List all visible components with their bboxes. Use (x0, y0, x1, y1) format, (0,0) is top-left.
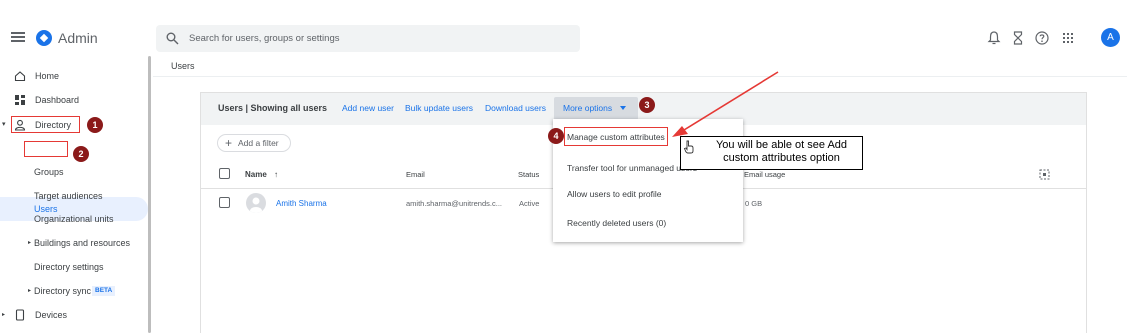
sidebar-item-label: Dashboard (35, 95, 80, 105)
sidebar-item-label: Directory sync (34, 286, 92, 296)
sidebar-item-buildings[interactable]: ▸ Buildings and resources (0, 233, 140, 253)
user-email-usage: 0 GB (745, 199, 763, 208)
top-bar: Admin A (0, 0, 1127, 52)
sort-arrow-icon: ↑ (274, 170, 279, 179)
sidebar-item-label: Buildings and resources (34, 238, 131, 248)
help-icon[interactable] (1034, 30, 1050, 46)
dashboard-icon (15, 95, 25, 105)
annotation-box-users (24, 141, 68, 157)
download-users-link[interactable]: Download users (485, 103, 546, 113)
beta-badge: BETA (92, 286, 116, 296)
sidebar-item-label: Devices (35, 310, 68, 320)
more-options-button[interactable]: More options (554, 97, 638, 120)
sidebar-item-label: Target audiences (34, 191, 103, 201)
column-header-status[interactable]: Status (518, 170, 539, 179)
dropdown-caret-icon (620, 106, 626, 110)
card-title: Users | Showing all users (218, 103, 328, 113)
column-header-label: Name (245, 170, 267, 179)
search-icon[interactable] (166, 32, 179, 45)
devices-icon (15, 309, 25, 321)
annotation-badge-1: 1 (87, 117, 103, 133)
admin-logo-icon[interactable] (35, 29, 53, 47)
sidebar-item-target-audiences[interactable]: Target audiences (0, 186, 140, 206)
search-input[interactable] (189, 25, 569, 52)
more-options-label: More options (563, 103, 613, 113)
annotation-callout: You will be able ot see Add custom attri… (680, 136, 863, 170)
sidebar-scrollbar[interactable] (148, 56, 151, 333)
expand-caret-icon: ▸ (2, 312, 6, 318)
callout-text: You will be able ot see Add custom attri… (715, 139, 848, 164)
header-divider (153, 76, 1127, 77)
avatar (246, 193, 266, 213)
column-settings-icon[interactable] (1039, 169, 1050, 180)
row-checkbox[interactable] (219, 197, 230, 208)
expand-caret-icon: ▾ (2, 121, 6, 128)
annotation-badge-2: 2 (73, 146, 89, 162)
sidebar: Home Dashboard ▾ Directory 1 Users 2 Gro… (0, 60, 150, 333)
sidebar-item-label: Home (35, 71, 60, 81)
sidebar-item-devices[interactable]: ▸ Devices (0, 305, 140, 325)
user-status: Active (519, 199, 540, 208)
apps-grid-icon[interactable] (1060, 30, 1076, 46)
breadcrumb: Users (171, 61, 195, 71)
hand-pointer-icon (683, 140, 694, 154)
filter-label: Add a filter (238, 138, 279, 148)
hamburger-icon[interactable] (11, 32, 25, 42)
sidebar-item-home[interactable]: Home (0, 66, 140, 86)
menu-item-recently-deleted[interactable]: Recently deleted users (0) (567, 218, 666, 228)
annotation-box-manage-custom-attributes (564, 127, 668, 146)
annotation-box-directory (11, 116, 80, 133)
user-email: amith.sharma@unitrends.c... (406, 199, 502, 208)
menu-item-transfer-tool[interactable]: Transfer tool for unmanaged users (567, 163, 697, 173)
bulk-update-users-link[interactable]: Bulk update users (405, 103, 473, 113)
sidebar-item-groups[interactable]: Groups (0, 162, 140, 182)
add-filter-chip[interactable]: + Add a filter (217, 134, 291, 152)
sidebar-item-label: Directory settings (34, 262, 104, 272)
add-new-user-link[interactable]: Add new user (342, 103, 394, 113)
sidebar-item-directory-sync[interactable]: ▸ Directory sync BETA (0, 281, 140, 301)
home-icon (14, 71, 26, 82)
sidebar-item-directory-settings[interactable]: Directory settings (0, 257, 140, 277)
annotation-badge-4: 4 (548, 128, 564, 144)
search-bar[interactable] (156, 25, 580, 52)
bell-icon[interactable] (986, 30, 1002, 46)
annotation-badge-3: 3 (639, 97, 655, 113)
select-all-checkbox[interactable] (219, 168, 230, 179)
sidebar-item-org-units[interactable]: Organizational units (0, 209, 140, 229)
column-header-email-usage[interactable]: Email usage (744, 170, 785, 179)
person-silhouette-icon (250, 197, 262, 213)
sidebar-item-label: Groups (34, 167, 64, 177)
app-title[interactable]: Admin (58, 30, 98, 46)
hourglass-icon[interactable] (1010, 30, 1026, 46)
column-header-name[interactable]: Name ↑ (245, 170, 278, 179)
plus-icon: + (225, 136, 233, 150)
sidebar-item-dashboard[interactable]: Dashboard (0, 90, 140, 110)
expand-caret-icon: ▸ (28, 240, 32, 246)
menu-item-allow-edit-profile[interactable]: Allow users to edit profile (567, 189, 662, 199)
column-header-email[interactable]: Email (406, 170, 425, 179)
expand-caret-icon: ▸ (28, 288, 32, 294)
sidebar-item-label: Organizational units (34, 214, 114, 224)
user-name-link[interactable]: Amith Sharma (276, 199, 327, 208)
account-avatar[interactable]: A (1101, 28, 1120, 47)
